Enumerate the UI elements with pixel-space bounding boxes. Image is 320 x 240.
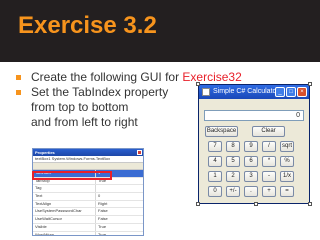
property-value[interactable]: False [96, 208, 108, 215]
minimize-icon[interactable]: _ [275, 87, 285, 97]
calculator-titlebar: Simple C# Calculator _ □ × [199, 85, 309, 99]
calc-key-button[interactable]: * [262, 156, 276, 167]
properties-titlebar: Properties [33, 149, 143, 156]
resize-handle[interactable] [196, 202, 200, 206]
calc-key-button[interactable]: 5 [226, 156, 240, 167]
calc-key-button[interactable]: 0 [208, 186, 222, 197]
bullet-square-icon [16, 75, 21, 80]
calc-key-button[interactable]: / [262, 141, 276, 152]
resize-handle[interactable] [196, 82, 200, 86]
calc-key-button[interactable]: 6 [244, 156, 258, 167]
property-value[interactable]: False [96, 216, 108, 223]
calc-key-button[interactable]: 1/x [280, 171, 294, 182]
properties-toolbar [33, 163, 143, 170]
calc-key-button[interactable]: 4 [208, 156, 222, 167]
property-row[interactable]: UseSystemPasswordChar False [33, 208, 143, 217]
bullet-1-accent: Exercise32 [182, 70, 242, 84]
maximize-icon[interactable]: □ [286, 87, 296, 97]
property-name: Tag [33, 185, 96, 193]
properties-window: Properties textBox1 System.Windows.Forms… [32, 148, 144, 236]
resize-handle[interactable] [308, 82, 312, 86]
property-name: Visible [33, 223, 96, 231]
calc-key-button[interactable]: +/- [226, 186, 240, 197]
calc-key-button[interactable]: - [262, 171, 276, 182]
properties-title: Properties [35, 150, 55, 155]
resize-handle[interactable] [308, 202, 312, 206]
app-icon [202, 88, 210, 96]
tabindex-highlight-box [32, 171, 112, 180]
clear-button[interactable]: Clear [252, 126, 285, 137]
bullet-1-text: Create the following GUI for [31, 70, 183, 84]
bullet-square-icon [16, 90, 21, 95]
calc-key-button[interactable]: 1 [208, 171, 222, 182]
property-value[interactable]: 0 [96, 193, 100, 200]
property-value[interactable] [96, 185, 98, 192]
property-row[interactable]: UseWaitCursor False [33, 216, 143, 224]
property-name: WordWrap [33, 231, 96, 235]
bullet-2-line-1: Set the TabIndex property [31, 85, 169, 99]
slide-title: Exercise 3.2 [18, 12, 157, 39]
property-row[interactable]: WordWrap True [33, 231, 143, 236]
calc-key-button[interactable]: 8 [226, 141, 240, 152]
calc-key-button[interactable]: 2 [226, 171, 240, 182]
backspace-button[interactable]: Backspace [205, 126, 238, 137]
property-row[interactable]: TextAlign Right [33, 200, 143, 209]
calc-key-button[interactable]: % [280, 156, 294, 167]
property-name: UseWaitCursor [33, 216, 96, 223]
property-value[interactable]: True [96, 224, 106, 231]
calc-key-button[interactable]: = [280, 186, 294, 197]
close-icon[interactable]: × [297, 87, 307, 97]
calculator-window: Simple C# Calculator _ □ × 0 Backspace C… [198, 84, 310, 204]
property-row[interactable]: Visible True [33, 223, 143, 232]
title-band: Exercise 3.2 [0, 0, 320, 62]
close-icon[interactable] [137, 150, 142, 155]
calculator-title: Simple C# Calculator [213, 88, 279, 95]
property-name: Text [33, 193, 96, 200]
calc-key-button[interactable]: + [262, 186, 276, 197]
resize-handle[interactable] [254, 202, 258, 206]
calc-key-button[interactable]: . [244, 186, 258, 197]
object-selector[interactable]: textBox1 System.Windows.Forms.TextBox [33, 156, 143, 163]
property-row[interactable]: Tag [33, 185, 143, 194]
property-value[interactable]: True [96, 232, 106, 236]
calc-key-button[interactable]: 3 [244, 171, 258, 182]
property-name: UseSystemPasswordChar [33, 208, 96, 216]
calc-key-button[interactable]: 9 [244, 141, 258, 152]
calc-key-button[interactable]: sqrt [280, 141, 294, 152]
property-name: TextAlign [33, 200, 96, 208]
property-value[interactable]: Right [96, 201, 107, 208]
property-row[interactable]: Text 0 [33, 193, 143, 201]
calc-key-button[interactable]: 7 [208, 141, 222, 152]
bullet-item-1: Create the following GUI for Exercise32 [15, 70, 315, 85]
calculator-display[interactable]: 0 [204, 110, 304, 121]
